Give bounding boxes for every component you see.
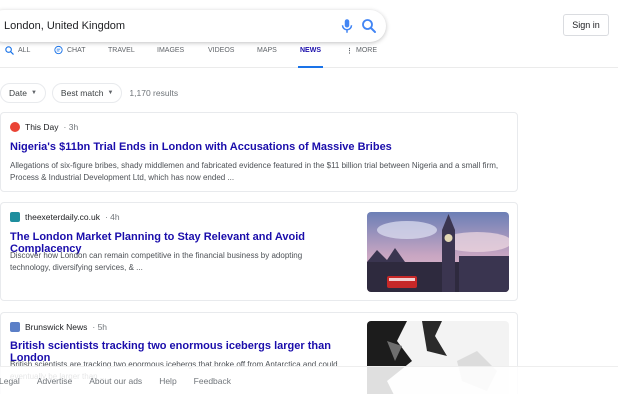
footer-link-about-ads[interactable]: About our ads <box>89 376 142 386</box>
search-box[interactable] <box>0 10 386 42</box>
result-snippet: Allegations of six-figure bribes, shady … <box>10 161 499 182</box>
footer-link-advertise[interactable]: Advertise <box>37 376 72 386</box>
tab-maps[interactable]: MAPS <box>257 47 277 68</box>
sort-label: Best match <box>60 88 104 98</box>
tab-news[interactable]: NEWS <box>298 47 323 68</box>
date-filter-dropdown[interactable]: Date ▼ <box>0 83 46 103</box>
tab-travel[interactable]: TRAVEL <box>108 47 135 68</box>
news-result-card[interactable]: This Day · 3h Nigeria's $11bn Trial Ends… <box>0 112 518 192</box>
result-snippet: Discover how London can remain competiti… <box>10 251 303 272</box>
source-name: Brunswick News <box>25 322 88 332</box>
result-age: · 4h <box>104 212 120 222</box>
tab-all[interactable]: ALL <box>4 46 31 68</box>
footer-link-feedback[interactable]: Feedback <box>194 376 231 386</box>
result-source: theexeterdaily.co.uk · 4h <box>10 212 120 222</box>
tab-label: CHAT <box>67 47 86 54</box>
tab-videos[interactable]: VIDEOS <box>208 47 234 68</box>
more-vert-icon: ⋮ <box>346 48 353 55</box>
result-age: · 5h <box>92 322 108 332</box>
chat-icon <box>54 45 63 55</box>
tab-label: TRAVEL <box>108 47 135 54</box>
date-filter-label: Date <box>9 88 27 98</box>
footer-link-help[interactable]: Help <box>159 376 176 386</box>
filter-bar: Date ▼ Best match ▼ 1,170 results <box>0 83 178 103</box>
news-result-card[interactable]: theexeterdaily.co.uk · 4h The London Mar… <box>0 202 518 301</box>
tab-label: NEWS <box>300 47 321 54</box>
source-favicon <box>10 122 20 132</box>
sort-dropdown[interactable]: Best match ▼ <box>51 83 123 103</box>
top-bar: Sign in ALL CHAT TRAVEL IMAGES VIDEOS <box>0 0 618 68</box>
tab-more[interactable]: ⋮ MORE <box>346 47 377 68</box>
sign-in-button[interactable]: Sign in <box>563 14 609 36</box>
source-name: theexeterdaily.co.uk <box>25 212 100 222</box>
result-age: · 3h <box>63 122 79 132</box>
microphone-icon[interactable] <box>338 17 356 35</box>
tab-chat[interactable]: CHAT <box>53 45 86 68</box>
source-favicon <box>10 212 20 222</box>
footer-link-legal[interactable]: Legal <box>0 376 20 386</box>
tab-label: ALL <box>18 47 31 54</box>
search-input[interactable] <box>4 10 314 42</box>
tab-label: MORE <box>356 47 377 54</box>
footer: Legal Advertise About our ads Help Feedb… <box>0 366 618 394</box>
source-name: This Day <box>25 122 59 132</box>
big-ben-image <box>367 212 509 292</box>
caret-down-icon: ▼ <box>30 90 37 96</box>
result-title-link[interactable]: Nigeria's $11bn Trial Ends in London wit… <box>10 141 392 153</box>
tab-label: VIDEOS <box>208 47 235 54</box>
tab-label: IMAGES <box>157 47 185 54</box>
search-icon <box>5 46 14 55</box>
result-source: This Day · 3h <box>10 122 78 132</box>
caret-down-icon: ▼ <box>107 90 114 96</box>
source-favicon <box>10 322 20 332</box>
result-thumbnail[interactable] <box>367 212 509 292</box>
tab-images[interactable]: IMAGES <box>157 47 184 68</box>
tab-label: MAPS <box>257 47 277 54</box>
search-icon[interactable] <box>360 17 378 35</box>
result-count: 1,170 results <box>129 88 179 98</box>
result-source: Brunswick News · 5h <box>10 322 107 332</box>
